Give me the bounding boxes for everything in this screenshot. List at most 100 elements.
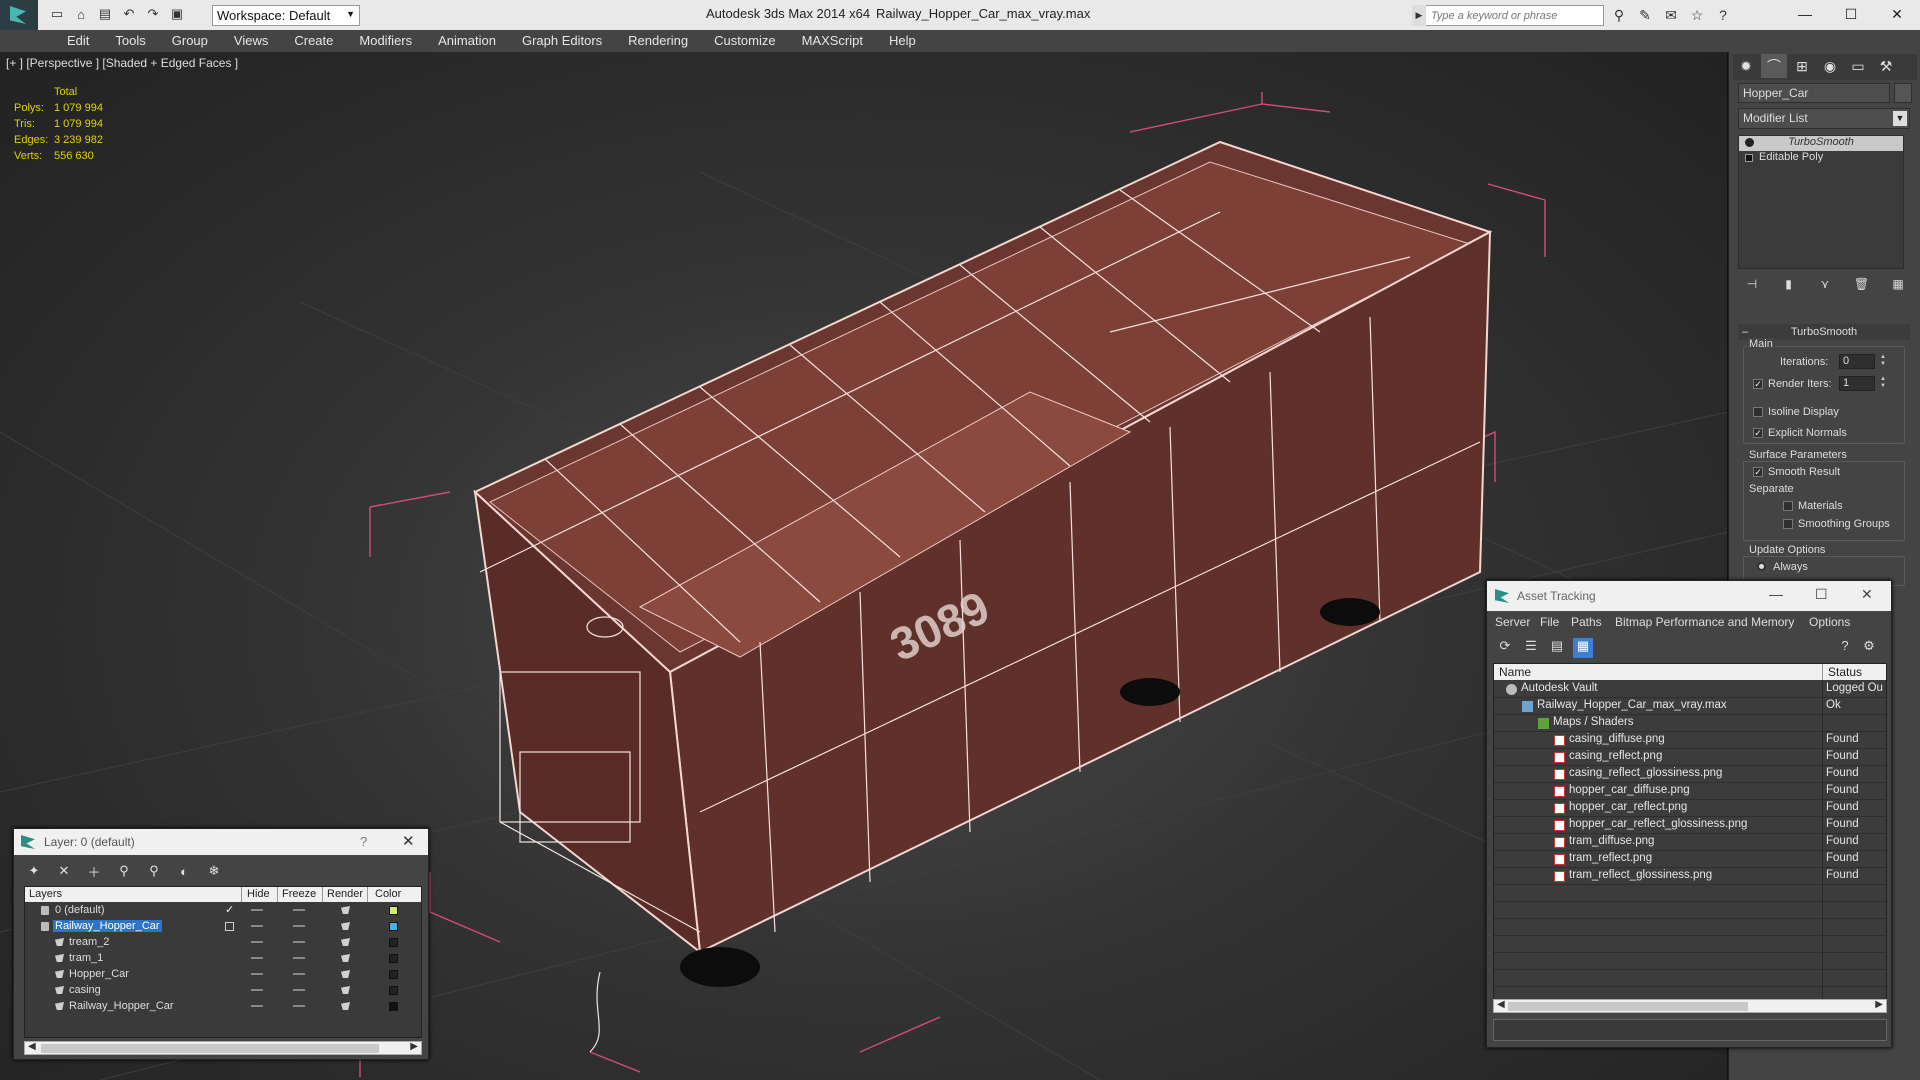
show-end-result-icon[interactable]: ▮ — [1779, 277, 1799, 295]
select-objects-icon[interactable]: ⚲ — [114, 861, 134, 881]
menu-rendering[interactable]: Rendering — [615, 33, 701, 48]
subscription-icon[interactable]: ✎ — [1636, 6, 1654, 24]
minimize-icon[interactable]: — — [1769, 586, 1783, 602]
create-tab-icon[interactable]: ✹ — [1733, 54, 1759, 78]
explicit-normals-checkbox[interactable]: ✓ — [1753, 428, 1763, 438]
menu-server[interactable]: Server — [1495, 615, 1530, 629]
layer-name[interactable]: Railway_Hopper_Car — [53, 920, 162, 932]
hierarchy-tab-icon[interactable]: ⊞ — [1789, 54, 1815, 78]
menu-bitmap-performance[interactable]: Bitmap Performance and Memory — [1615, 615, 1794, 629]
freeze-toggle[interactable] — [293, 989, 305, 991]
app-menu-button[interactable] — [0, 0, 38, 30]
layer-name[interactable]: 0 (default) — [53, 904, 107, 916]
pin-stack-icon[interactable]: ⊣ — [1742, 277, 1762, 295]
current-layer-check-icon[interactable]: ✓ — [225, 903, 234, 916]
stack-item-editable-poly[interactable]: Editable Poly — [1739, 151, 1903, 166]
asset-row[interactable]: Maps / Shaders — [1494, 715, 1886, 732]
hide-toggle[interactable] — [251, 989, 263, 991]
layer-color-swatch[interactable] — [389, 954, 398, 963]
communication-icon[interactable]: ✉ — [1662, 6, 1680, 24]
asset-tracking-titlebar[interactable]: Asset Tracking — ☐ ✕ — [1487, 581, 1891, 611]
list-view-icon[interactable]: ☰ — [1521, 638, 1541, 658]
menu-help[interactable]: Help — [876, 33, 929, 48]
scroll-left-icon[interactable]: ◀ — [28, 1041, 36, 1052]
lightbulb-icon[interactable] — [1745, 138, 1754, 147]
render-teapot-icon[interactable] — [341, 922, 350, 930]
render-teapot-icon[interactable] — [341, 938, 350, 946]
new-file-icon[interactable]: ▭ — [48, 5, 66, 23]
remove-modifier-icon[interactable]: 🗑 — [1852, 277, 1872, 295]
layer-color-swatch[interactable] — [389, 970, 398, 979]
close-icon[interactable]: ✕ — [402, 832, 415, 850]
menu-paths[interactable]: Paths — [1571, 615, 1602, 629]
always-radio[interactable] — [1757, 562, 1766, 571]
layer-color-swatch[interactable] — [389, 906, 398, 915]
menu-animation[interactable]: Animation — [425, 33, 509, 48]
search-input[interactable] — [1413, 6, 1603, 25]
asset-row[interactable]: hopper_car_reflect_glossiness.png Found — [1494, 817, 1886, 834]
menu-edit[interactable]: Edit — [54, 33, 102, 48]
hide-toggle[interactable] — [251, 909, 263, 911]
binoculars-icon[interactable]: ⚲ — [1610, 6, 1628, 24]
delete-layer-icon[interactable]: ✕ — [54, 861, 74, 881]
expand-box-icon[interactable] — [1745, 154, 1753, 162]
layer-name[interactable]: Hopper_Car — [67, 968, 131, 980]
render-iters-spinner[interactable]: 1 — [1839, 376, 1875, 391]
create-layer-icon[interactable]: ✦ — [24, 861, 44, 881]
refresh-icon[interactable]: ⟳ — [1495, 638, 1515, 658]
maximize-button[interactable]: ☐ — [1828, 0, 1874, 28]
object-name-field[interactable]: Hopper_Car — [1738, 83, 1890, 103]
layer-name[interactable]: tram_1 — [67, 952, 105, 964]
minimize-button[interactable]: — — [1782, 0, 1828, 28]
maximize-icon[interactable]: ☐ — [1815, 586, 1828, 603]
layer-row[interactable]: 0 (default) ✓ — [25, 903, 421, 919]
smoothing-groups-checkbox[interactable] — [1783, 519, 1793, 529]
menu-group[interactable]: Group — [159, 33, 221, 48]
utilities-tab-icon[interactable]: ⚒ — [1873, 54, 1899, 78]
render-teapot-icon[interactable] — [341, 1002, 350, 1010]
layer-row[interactable]: casing — [25, 983, 421, 999]
menu-file[interactable]: File — [1540, 615, 1559, 629]
asset-row[interactable]: Autodesk Vault Logged Ou — [1494, 681, 1886, 698]
column-render[interactable]: Render — [327, 888, 363, 900]
asset-row[interactable]: hopper_car_diffuse.png Found — [1494, 783, 1886, 800]
hide-toggle[interactable] — [251, 1005, 263, 1007]
materials-checkbox[interactable] — [1783, 501, 1793, 511]
menu-create[interactable]: Create — [281, 33, 346, 48]
layer-row[interactable]: tream_2 — [25, 935, 421, 951]
spinner-arrows-icon[interactable]: ▲ ▼ — [1879, 354, 1887, 369]
scroll-right-icon[interactable]: ▶ — [410, 1041, 418, 1052]
highlight-layer-icon[interactable]: ⚲ — [144, 861, 164, 881]
display-tab-icon[interactable]: ▭ — [1845, 54, 1871, 78]
help-icon[interactable]: ? — [360, 834, 367, 849]
menu-modifiers[interactable]: Modifiers — [346, 33, 425, 48]
asset-row[interactable]: casing_diffuse.png Found — [1494, 732, 1886, 749]
asset-row[interactable]: Railway_Hopper_Car_max_vray.max Ok — [1494, 698, 1886, 715]
project-folder-icon[interactable]: ▣ — [168, 5, 186, 23]
spinner-arrows-icon[interactable]: ▲ ▼ — [1879, 376, 1887, 391]
asset-path-field[interactable] — [1493, 1019, 1887, 1041]
current-layer-toggle[interactable] — [225, 922, 234, 931]
asset-row[interactable]: casing_reflect_glossiness.png Found — [1494, 766, 1886, 783]
freeze-toggle[interactable] — [293, 957, 305, 959]
column-freeze[interactable]: Freeze — [282, 888, 316, 900]
search-expand-icon[interactable]: ▶ — [1412, 5, 1426, 26]
freeze-toggle[interactable] — [293, 925, 305, 927]
freeze-toggle[interactable] — [293, 1005, 305, 1007]
menu-options[interactable]: Options — [1809, 615, 1850, 629]
layer-name[interactable]: casing — [67, 984, 103, 996]
column-name[interactable]: Name — [1499, 665, 1531, 679]
menu-tools[interactable]: Tools — [102, 33, 158, 48]
tree-view-icon[interactable]: ▤ — [1547, 638, 1567, 658]
modifier-list-dropdown[interactable]: Modifier List ▼ — [1738, 108, 1910, 129]
viewport-label[interactable]: [+ ] [Perspective ] [Shaded + Edged Face… — [6, 56, 238, 70]
layer-color-swatch[interactable] — [389, 1002, 398, 1011]
column-status[interactable]: Status — [1828, 665, 1862, 679]
column-layers[interactable]: Layers — [29, 888, 62, 900]
save-file-icon[interactable]: ▤ — [96, 5, 114, 23]
iterations-spinner[interactable]: 0 — [1839, 354, 1875, 369]
render-teapot-icon[interactable] — [341, 954, 350, 962]
open-file-icon[interactable]: ⌂ — [72, 5, 90, 23]
menu-maxscript[interactable]: MAXScript — [789, 33, 876, 48]
help-icon[interactable]: ? — [1714, 6, 1732, 24]
